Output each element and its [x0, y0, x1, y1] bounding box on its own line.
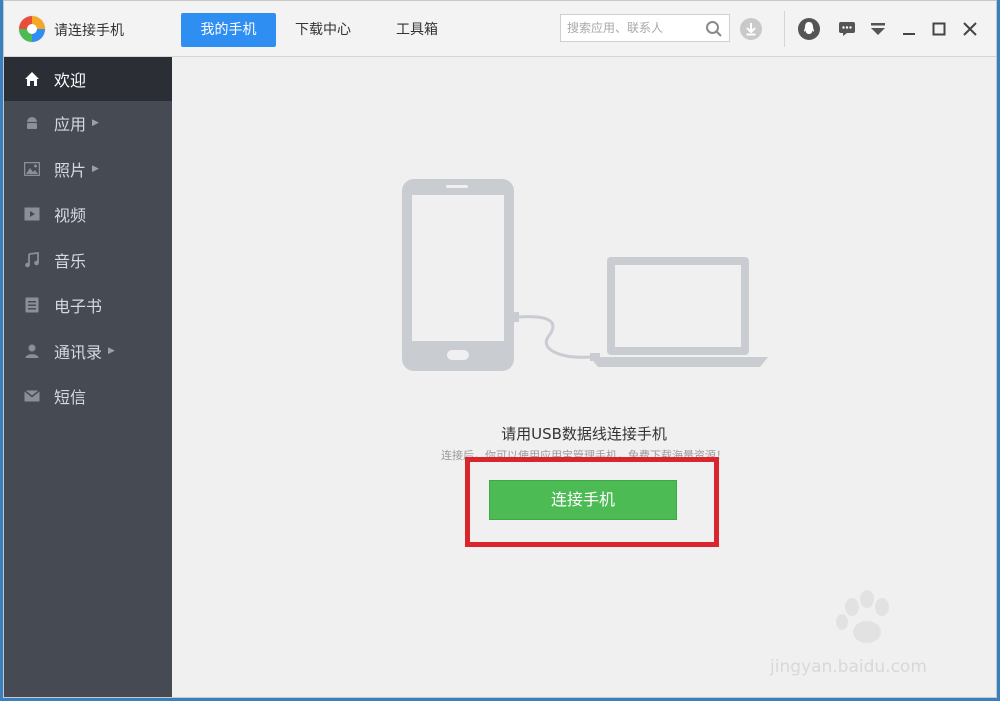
android-icon: [22, 113, 42, 133]
sidebar-item-photos[interactable]: 照片 ▶: [4, 147, 172, 191]
phone-laptop-illustration: [402, 179, 768, 371]
download-icon[interactable]: [737, 15, 765, 43]
sidebar-item-apps[interactable]: 应用 ▶: [4, 101, 172, 145]
message-icon[interactable]: [833, 15, 861, 43]
sidebar-item-label: 欢迎: [54, 71, 87, 90]
sidebar: 欢迎 应用 ▶ 照片 ▶ 视频 音乐 电子书 通讯录 ▶ 短信: [4, 57, 172, 697]
sidebar-item-video[interactable]: 视频: [4, 192, 172, 236]
app-title: 请连接手机: [54, 23, 124, 39]
expand-arrow-icon: ▶: [108, 346, 115, 356]
watermark-text: jingyan.baidu.com: [770, 657, 927, 677]
search-input[interactable]: [567, 19, 697, 37]
main-content: 请用USB数据线连接手机 连接后，你可以使用应用宝管理手机，免费下载海量资源！ …: [172, 57, 996, 697]
sidebar-item-ebook[interactable]: 电子书: [4, 283, 172, 327]
sidebar-item-label: 视频: [54, 206, 87, 225]
menu-icon[interactable]: [864, 15, 892, 43]
sidebar-item-label: 电子书: [54, 297, 103, 316]
app-logo-icon: [18, 15, 46, 43]
home-icon: [22, 69, 42, 89]
tab-download-center[interactable]: 下载中心: [282, 13, 364, 47]
ebook-icon: [22, 295, 42, 315]
sidebar-item-sms[interactable]: 短信: [4, 374, 172, 418]
top-bar: 请连接手机 我的手机 下载中心 工具箱: [4, 1, 996, 57]
sidebar-item-label: 短信: [54, 388, 87, 407]
search-icon[interactable]: [705, 20, 723, 38]
sidebar-item-music[interactable]: 音乐: [4, 238, 172, 282]
search-box: [560, 14, 730, 42]
connect-instruction-title: 请用USB数据线连接手机: [501, 425, 667, 443]
sidebar-item-welcome[interactable]: 欢迎: [4, 57, 172, 101]
video-icon: [22, 204, 42, 224]
sms-icon: [22, 386, 42, 406]
photo-icon: [22, 159, 42, 179]
tab-toolbox[interactable]: 工具箱: [376, 13, 458, 47]
sidebar-item-label: 应用: [54, 115, 87, 134]
expand-arrow-icon: ▶: [92, 164, 99, 174]
sidebar-item-label: 通讯录: [54, 343, 103, 362]
tab-my-phone[interactable]: 我的手机: [181, 13, 276, 47]
close-icon[interactable]: [956, 15, 984, 43]
sidebar-item-label: 照片: [54, 161, 87, 180]
sidebar-item-label: 音乐: [54, 252, 87, 271]
toolbar-divider: [784, 11, 785, 47]
maximize-icon[interactable]: [925, 15, 953, 43]
qq-icon[interactable]: [795, 15, 823, 43]
minimize-icon[interactable]: [895, 15, 923, 43]
music-icon: [22, 250, 42, 270]
expand-arrow-icon: ▶: [92, 118, 99, 128]
app-window: 请连接手机 我的手机 下载中心 工具箱 搜索应用、联系人 欢迎 应用 ▶ 照片 …: [3, 0, 997, 698]
connect-phone-button[interactable]: 连接手机: [489, 480, 677, 520]
sidebar-item-contacts[interactable]: 通讯录 ▶: [4, 329, 172, 373]
contacts-icon: [22, 341, 42, 361]
